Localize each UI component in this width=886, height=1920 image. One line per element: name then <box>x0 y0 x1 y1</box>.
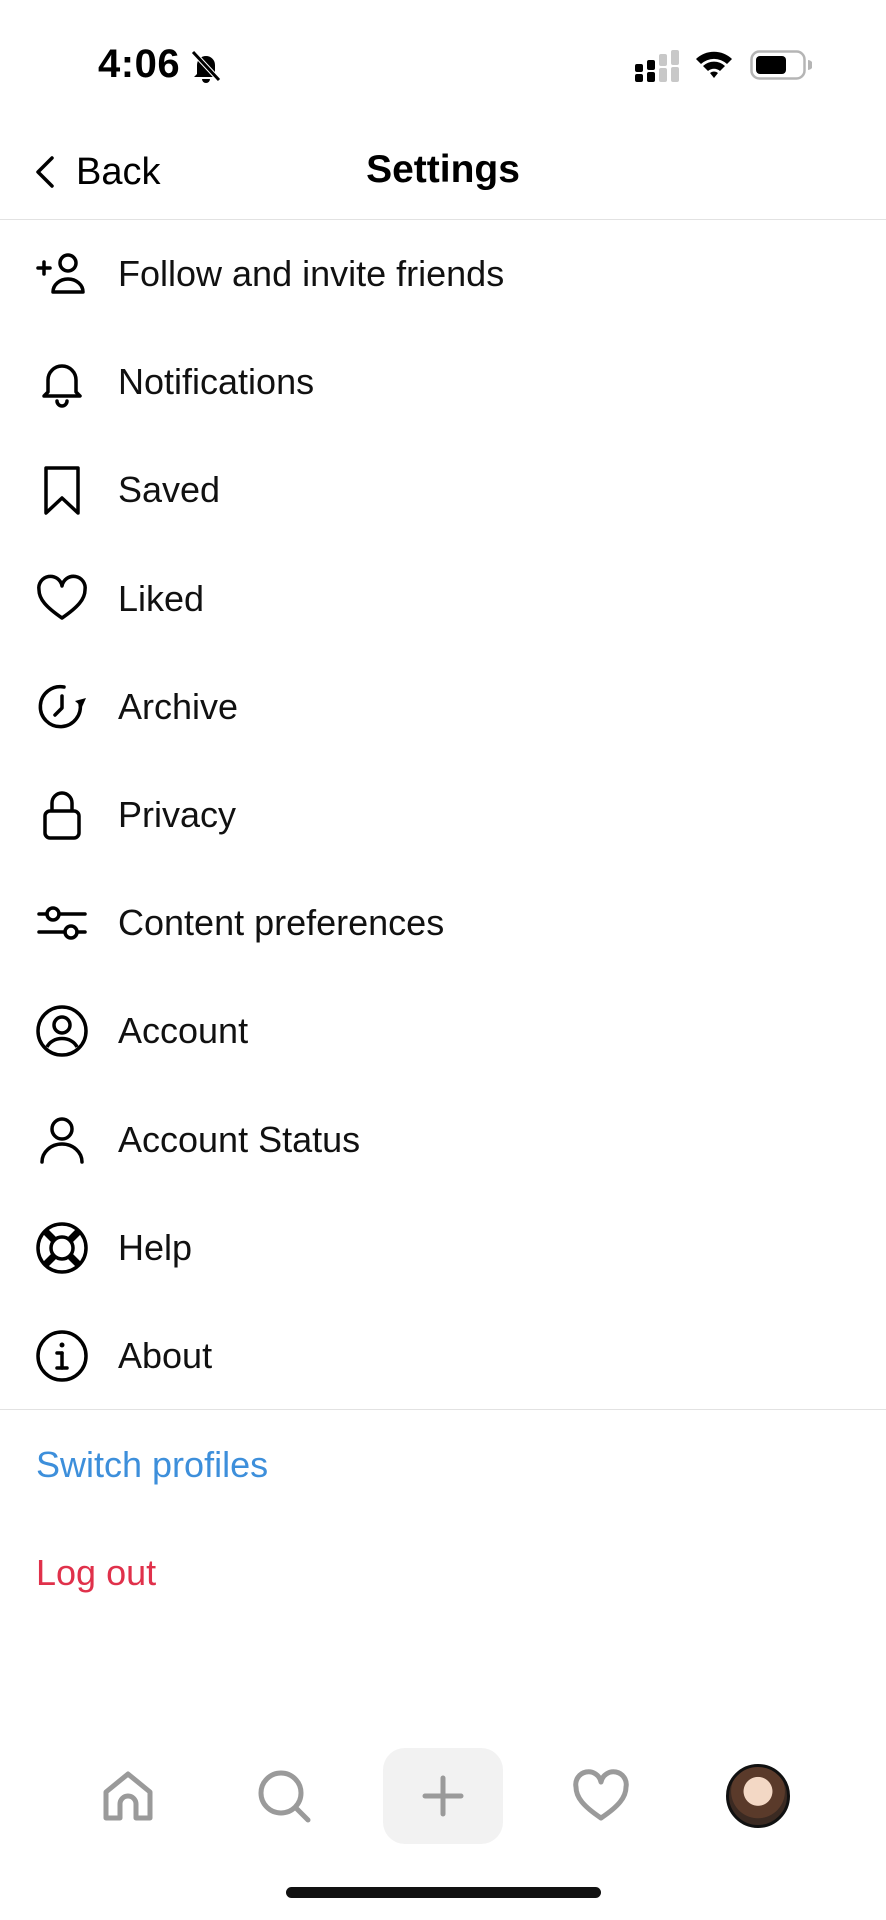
menu-item-account-status[interactable]: Account Status <box>0 1086 886 1194</box>
menu-item-content-preferences[interactable]: Content preferences <box>0 869 886 977</box>
menu-item-label: Follow and invite friends <box>118 253 505 295</box>
info-icon <box>36 1330 88 1382</box>
log-out-button[interactable]: Log out <box>36 1552 156 1594</box>
menu-item-label: Liked <box>118 577 205 619</box>
menu-item-archive[interactable]: Archive <box>0 653 886 761</box>
menu-item-label: Account <box>118 1010 249 1052</box>
lock-icon <box>43 791 81 840</box>
menu-item-label: Privacy <box>118 794 237 836</box>
account-circle-icon <box>36 1005 88 1058</box>
bottom-tab-bar <box>0 1740 886 1850</box>
bookmark-icon <box>44 466 80 516</box>
heart-icon <box>37 574 87 620</box>
sliders-icon <box>37 906 87 940</box>
cellular-signal-icon <box>635 50 679 82</box>
section-divider <box>0 1409 886 1410</box>
menu-item-label: Saved <box>118 469 221 511</box>
tab-activity[interactable] <box>541 1748 661 1844</box>
switch-profiles-link[interactable]: Switch profiles <box>36 1444 268 1486</box>
search-icon <box>258 1770 311 1823</box>
bell-muted-icon <box>191 50 221 83</box>
plus-icon <box>422 1775 464 1817</box>
home-indicator <box>286 1887 601 1898</box>
status-time: 4:06 <box>98 42 181 86</box>
menu-item-help[interactable]: Help <box>0 1194 886 1302</box>
person-icon <box>40 1116 84 1164</box>
menu-item-label: Account Status <box>118 1118 361 1160</box>
menu-item-saved[interactable]: Saved <box>0 436 886 544</box>
menu-item-account[interactable]: Account <box>0 977 886 1085</box>
avatar <box>726 1764 790 1828</box>
battery-icon <box>750 50 812 80</box>
menu-item-notifications[interactable]: Notifications <box>0 328 886 436</box>
menu-item-about[interactable]: About <box>0 1302 886 1410</box>
menu-item-label: Content preferences <box>118 902 445 944</box>
status-bar: 4:06 <box>0 0 886 120</box>
bell-icon <box>42 364 82 408</box>
menu-item-liked[interactable]: Liked <box>0 545 886 653</box>
tab-home[interactable] <box>68 1748 188 1844</box>
archive-clock-icon <box>38 684 86 729</box>
menu-item-follow-invite-friends[interactable]: Follow and invite friends <box>0 220 886 328</box>
tab-create[interactable] <box>383 1748 503 1844</box>
settings-screen: 4:06 Back Settings Follow and invite fri… <box>0 0 886 1920</box>
menu-item-label: Help <box>118 1226 193 1268</box>
header-bar: Back Settings <box>0 120 886 220</box>
add-person-icon <box>36 253 85 294</box>
settings-menu: Follow and invite friends Notifications … <box>0 220 886 1410</box>
lifebuoy-icon <box>36 1222 88 1274</box>
menu-item-label: Notifications <box>118 361 315 403</box>
menu-item-label: About <box>118 1334 213 1376</box>
menu-item-privacy[interactable]: Privacy <box>0 761 886 869</box>
page-title: Settings <box>366 148 520 191</box>
heart-icon <box>573 1769 629 1821</box>
home-icon <box>103 1771 153 1821</box>
menu-item-label: Archive <box>118 685 239 727</box>
wifi-icon <box>696 51 732 78</box>
tab-profile[interactable] <box>698 1748 818 1844</box>
tab-search[interactable] <box>224 1748 344 1844</box>
